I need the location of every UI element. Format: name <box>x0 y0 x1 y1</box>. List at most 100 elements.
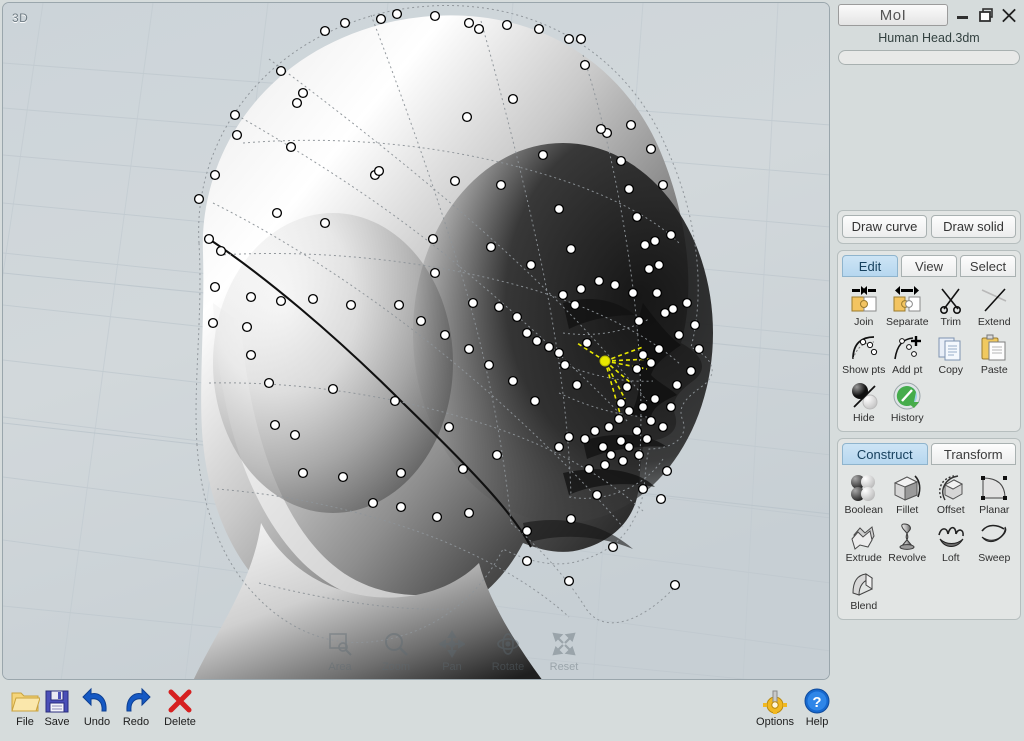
redo-arrow-icon <box>113 686 159 716</box>
edit-tab-row[interactable]: Edit View Select <box>842 255 1016 277</box>
svg-text:?: ? <box>812 694 821 711</box>
tool-planar[interactable]: Planar <box>973 470 1017 518</box>
sweep-icon <box>973 521 1017 551</box>
join-icon <box>842 285 886 315</box>
extend-icon <box>973 285 1017 315</box>
tool-boolean[interactable]: Boolean <box>842 470 886 518</box>
tool-revolve-label: Revolve <box>888 552 927 564</box>
tool-sweep[interactable]: Sweep <box>973 518 1017 566</box>
tool-paste[interactable]: Paste <box>973 330 1017 378</box>
tool-fillet-label: Fillet <box>896 504 919 516</box>
construct-tab-row[interactable]: Construct Transform <box>842 443 1016 465</box>
head-model-3d[interactable] <box>3 3 830 680</box>
tool-extrude-label: Extrude <box>845 552 882 564</box>
close-icon[interactable] <box>1000 6 1018 24</box>
viewport-3d[interactable]: 3D Area Zoom Pan Rotate Reset <box>2 2 830 680</box>
selected-control-point[interactable] <box>599 355 611 367</box>
tool-history-label: History <box>890 412 924 424</box>
tool-hide[interactable]: Hide <box>842 378 886 426</box>
restore-icon[interactable] <box>977 6 995 24</box>
tool-revolve[interactable]: Revolve <box>886 518 930 566</box>
tool-blend[interactable]: Blend <box>842 566 886 614</box>
fillet-icon <box>886 473 930 503</box>
tool-extend-label: Extend <box>977 316 1011 328</box>
tool-show-pts-label: Show pts <box>842 364 886 376</box>
viewport-nav-controls[interactable]: Area Zoom Pan Rotate Reset <box>319 630 585 673</box>
revolve-icon <box>886 521 930 551</box>
help-button-label: Help <box>805 716 829 728</box>
tool-show-pts[interactable]: Show pts <box>842 330 886 378</box>
tool-separate[interactable]: Separate <box>886 282 930 330</box>
nav-area-button[interactable]: Area <box>319 630 361 673</box>
delete-button[interactable]: Delete <box>157 686 203 728</box>
draw-solid-button[interactable]: Draw solid <box>931 215 1016 238</box>
tool-loft[interactable]: Loft <box>929 518 973 566</box>
tool-copy[interactable]: Copy <box>929 330 973 378</box>
tool-blend-label: Blend <box>850 600 878 612</box>
bottom-toolbar: File Save Undo Redo Delete Options ? Hel… <box>0 683 1024 741</box>
show-points-icon <box>842 333 886 363</box>
window-controls[interactable] <box>954 6 1018 24</box>
command-input-bar[interactable] <box>838 50 1020 65</box>
side-panel: MoI Human Head.3dm Draw curve Draw solid <box>834 0 1024 683</box>
tool-copy-label: Copy <box>938 364 963 376</box>
tab-view[interactable]: View <box>901 255 957 277</box>
nav-reset-button[interactable]: Reset <box>543 630 585 673</box>
rotate-orbit-icon <box>487 630 529 660</box>
tool-fillet[interactable]: Fillet <box>886 470 930 518</box>
hide-spheres-icon <box>842 381 886 411</box>
tool-add-pt-label: Add pt <box>892 364 923 376</box>
redo-button-label: Redo <box>122 716 150 728</box>
construct-group: Construct Transform Boolean Fillet Offse… <box>837 438 1021 620</box>
extrude-icon <box>842 521 886 551</box>
command-options-area <box>834 65 1024 210</box>
file-name-label: Human Head.3dm <box>878 31 980 45</box>
boolean-icon <box>842 473 886 503</box>
draw-curve-button[interactable]: Draw curve <box>842 215 927 238</box>
nav-zoom-button[interactable]: Zoom <box>375 630 417 673</box>
app-title: MoI <box>838 4 948 26</box>
magnifier-icon <box>375 630 417 660</box>
nav-rotate-button[interactable]: Rotate <box>487 630 529 673</box>
blend-icon <box>842 569 886 599</box>
tool-trim[interactable]: Trim <box>929 282 973 330</box>
tab-edit[interactable]: Edit <box>842 255 898 277</box>
area-zoom-icon <box>319 630 361 660</box>
history-icon <box>886 381 930 411</box>
tool-join[interactable]: Join <box>842 282 886 330</box>
nav-pan-button[interactable]: Pan <box>431 630 473 673</box>
options-button-label: Options <box>756 716 794 728</box>
delete-x-icon <box>157 686 203 716</box>
separate-icon <box>886 285 930 315</box>
copy-icon <box>929 333 973 363</box>
tool-separate-label: Separate <box>885 316 929 328</box>
tab-select[interactable]: Select <box>960 255 1016 277</box>
tool-planar-label: Planar <box>979 504 1010 516</box>
nav-pan-label: Pan <box>442 661 462 673</box>
nav-area-label: Area <box>328 661 352 673</box>
redo-button[interactable]: Redo <box>113 686 159 728</box>
tool-extend[interactable]: Extend <box>973 282 1017 330</box>
help-button[interactable]: ? Help <box>794 686 840 728</box>
tool-join-label: Join <box>854 316 874 328</box>
pan-arrows-icon <box>431 630 473 660</box>
nav-rotate-label: Rotate <box>491 661 525 673</box>
help-question-icon: ? <box>794 686 840 716</box>
tool-add-pt[interactable]: Add pt <box>886 330 930 378</box>
tab-transform[interactable]: Transform <box>930 443 1016 465</box>
add-point-icon <box>886 333 930 363</box>
tool-history[interactable]: History <box>886 378 930 426</box>
loft-icon <box>929 521 973 551</box>
tool-offset[interactable]: Offset <box>929 470 973 518</box>
minimize-icon[interactable] <box>954 6 972 24</box>
tool-hide-label: Hide <box>852 412 875 424</box>
tool-sweep-label: Sweep <box>978 552 1011 564</box>
planar-icon <box>973 473 1017 503</box>
tool-extrude[interactable]: Extrude <box>842 518 886 566</box>
tab-construct[interactable]: Construct <box>842 443 928 465</box>
offset-icon <box>929 473 973 503</box>
options-button[interactable]: Options <box>752 686 798 728</box>
tool-offset-label: Offset <box>936 504 965 516</box>
edit-group: Edit View Select Join Separate Trim Exte… <box>837 250 1021 432</box>
construct-empty-1 <box>886 566 930 614</box>
